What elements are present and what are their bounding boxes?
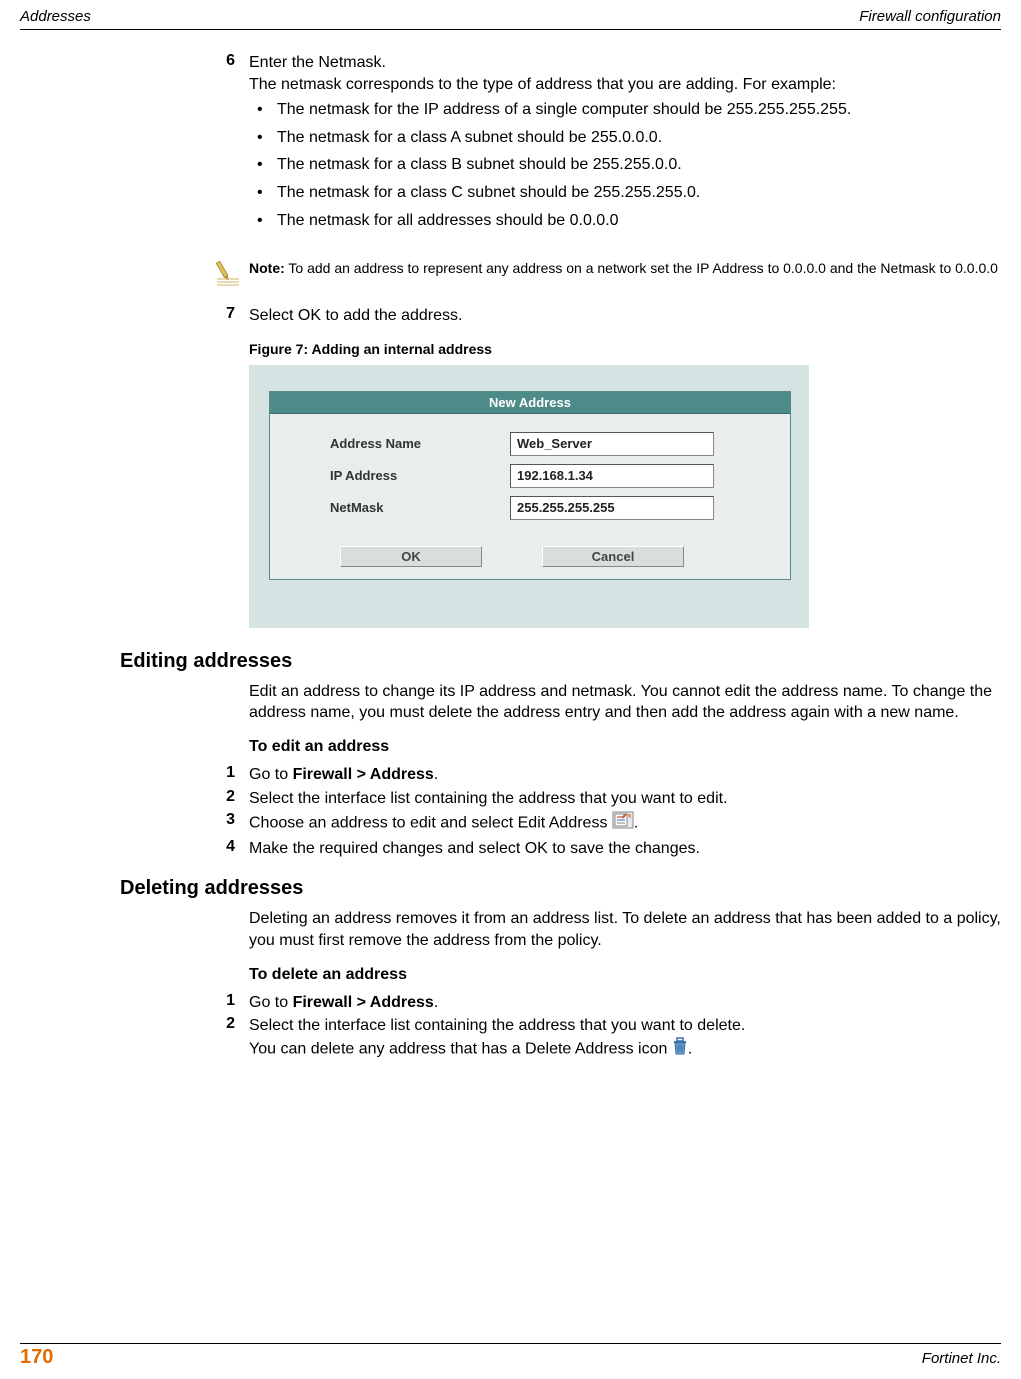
input-netmask[interactable] xyxy=(510,496,714,520)
list-item: The netmask for a class A subnet should … xyxy=(249,127,1001,149)
label-netmask: NetMask xyxy=(330,500,510,515)
step-text: Select the interface list containing the… xyxy=(249,1015,1001,1061)
step-text: Select OK to add the address. xyxy=(249,305,1001,327)
bullet-list: The netmask for the IP address of a sing… xyxy=(249,99,1001,231)
delete-step-2: 2 Select the interface list containing t… xyxy=(205,1015,1001,1061)
step-7: 7 Select OK to add the address. xyxy=(205,305,1001,327)
delete-step-1: 1 Go to Firewall > Address. xyxy=(205,992,1001,1014)
step-text: Go to Firewall > Address. xyxy=(249,992,1001,1014)
figure-screenshot: New Address Address Name IP Address NetM… xyxy=(249,365,809,628)
step-text: The netmask corresponds to the type of a… xyxy=(249,74,1001,96)
heading-deleting-addresses: Deleting addresses xyxy=(120,877,1001,900)
step-text: Make the required changes and select OK … xyxy=(249,838,1001,860)
dialog-title: New Address xyxy=(270,392,790,414)
note-icon xyxy=(211,259,243,291)
input-address-name[interactable] xyxy=(510,432,714,456)
input-ip-address[interactable] xyxy=(510,464,714,488)
note-block: Note: To add an address to represent any… xyxy=(205,259,1001,291)
header-left: Addresses xyxy=(20,8,91,25)
figure-caption: Figure 7: Adding an internal address xyxy=(249,341,1001,357)
footer-company: Fortinet Inc. xyxy=(922,1350,1001,1367)
step-number: 4 xyxy=(205,838,249,860)
step-number: 1 xyxy=(205,992,249,1014)
step-number: 6 xyxy=(205,52,249,249)
step-text: Select the interface list containing the… xyxy=(249,788,1001,810)
label-ip-address: IP Address xyxy=(330,468,510,483)
list-item: The netmask for all addresses should be … xyxy=(249,210,1001,232)
list-item: The netmask for a class C subnet should … xyxy=(249,182,1001,204)
list-item: The netmask for the IP address of a sing… xyxy=(249,99,1001,121)
page-number: 170 xyxy=(20,1346,53,1369)
step-number: 2 xyxy=(205,1015,249,1061)
header-right: Firewall configuration xyxy=(859,8,1001,25)
heading-editing-addresses: Editing addresses xyxy=(120,650,1001,673)
sub-heading: To delete an address xyxy=(249,966,1001,984)
dialog-new-address: New Address Address Name IP Address NetM… xyxy=(269,391,791,580)
edit-step-3: 3 Choose an address to edit and select E… xyxy=(205,811,1001,836)
step-number: 7 xyxy=(205,305,249,327)
cancel-button[interactable]: Cancel xyxy=(542,546,684,567)
edit-step-2: 2 Select the interface list containing t… xyxy=(205,788,1001,810)
step-number: 3 xyxy=(205,811,249,836)
step-text: Choose an address to edit and select Edi… xyxy=(249,811,1001,836)
paragraph: Edit an address to change its IP address… xyxy=(249,681,1001,724)
step-number: 2 xyxy=(205,788,249,810)
list-item: The netmask for a class B subnet should … xyxy=(249,154,1001,176)
edit-step-4: 4 Make the required changes and select O… xyxy=(205,838,1001,860)
step-number: 1 xyxy=(205,764,249,786)
step-6: 6 Enter the Netmask. The netmask corresp… xyxy=(205,52,1001,249)
trash-icon xyxy=(672,1037,688,1055)
paragraph: Deleting an address removes it from an a… xyxy=(249,908,1001,951)
footer-rule xyxy=(20,1343,1001,1344)
label-address-name: Address Name xyxy=(330,436,510,451)
step-text: Go to Firewall > Address. xyxy=(249,764,1001,786)
sub-heading: To edit an address xyxy=(249,738,1001,756)
step-text: Enter the Netmask. xyxy=(249,52,1001,74)
top-rule xyxy=(20,29,1001,30)
edit-step-1: 1 Go to Firewall > Address. xyxy=(205,764,1001,786)
edit-icon xyxy=(612,811,634,829)
ok-button[interactable]: OK xyxy=(340,546,482,567)
note-text: Note: To add an address to represent any… xyxy=(249,259,998,291)
